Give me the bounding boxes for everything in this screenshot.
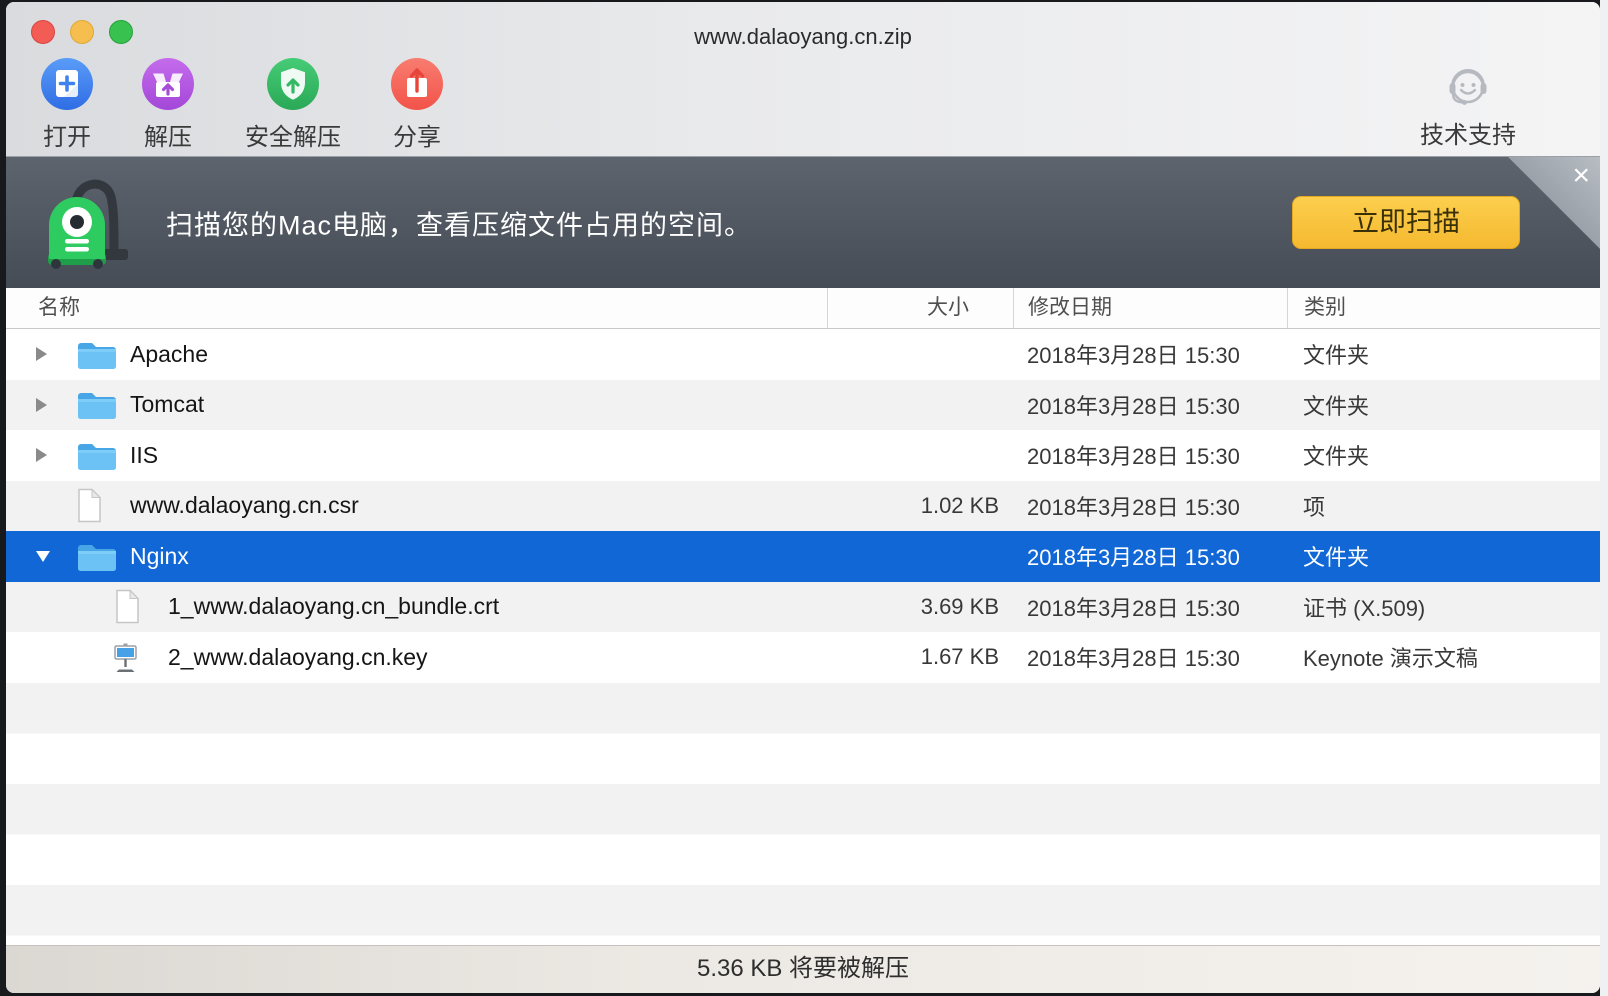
support-button[interactable]: 技术支持 [1420, 62, 1516, 150]
banner-close-icon[interactable]: × [1572, 161, 1590, 191]
file-type-icon-slot [114, 589, 156, 624]
file-kind: 项 [1287, 490, 1600, 522]
empty-rows-area [6, 683, 1600, 946]
table-row[interactable]: IIS 2018年3月28日 15:30 文件夹 [6, 430, 1600, 481]
table-row[interactable]: Nginx 2018年3月28日 15:30 文件夹 [6, 531, 1600, 582]
file-kind: 文件夹 [1287, 389, 1600, 421]
name-cell: 1_www.dalaoyang.cn_bundle.crt [6, 582, 827, 633]
support-headset-icon [1444, 62, 1492, 110]
file-type-icon-slot [76, 389, 118, 420]
column-header-date[interactable]: 修改日期 [1013, 288, 1287, 328]
share-button[interactable]: 分享 [391, 58, 443, 152]
disclosure-triangle-icon[interactable] [36, 347, 56, 361]
file-type-icon-slot [76, 488, 118, 523]
file-size: 1.02 KB [827, 493, 1013, 519]
file-type-icon-slot [76, 339, 118, 370]
table-row[interactable]: 1_www.dalaoyang.cn_bundle.crt 3.69 KB 20… [6, 582, 1600, 633]
column-header-kind[interactable]: 类别 [1287, 288, 1600, 328]
open-button[interactable]: 打开 [41, 58, 93, 152]
file-date: 2018年3月28日 15:30 [1013, 389, 1287, 421]
disclosure-triangle-icon[interactable] [36, 448, 56, 462]
desktop-edge [1600, 0, 1608, 996]
window-title: www.dalaoyang.cn.zip [6, 24, 1600, 50]
scan-promo-banner: 扫描您的Mac电脑，查看压缩文件占用的空间。 立即扫描 × [6, 157, 1600, 288]
file-name: Nginx [130, 543, 189, 570]
file-date: 2018年3月28日 15:30 [1013, 490, 1287, 522]
file-date: 2018年3月28日 15:30 [1013, 641, 1287, 673]
safe-extract-button[interactable]: 安全解压 [245, 58, 341, 152]
name-cell: www.dalaoyang.cn.csr [6, 481, 827, 532]
safe-extract-icon [267, 58, 319, 110]
file-kind: 文件夹 [1287, 439, 1600, 471]
table-row[interactable]: 2_www.dalaoyang.cn.key 1.67 KB 2018年3月28… [6, 632, 1600, 683]
file-name: 2_www.dalaoyang.cn.key [168, 644, 428, 671]
file-date: 2018年3月28日 15:30 [1013, 338, 1287, 370]
file-type-icon-slot [76, 541, 118, 572]
file-kind: 文件夹 [1287, 540, 1600, 572]
open-icon [41, 58, 93, 110]
table-row[interactable]: Apache 2018年3月28日 15:30 文件夹 [6, 329, 1600, 380]
extract-button[interactable]: 解压 [142, 58, 194, 152]
share-icon [391, 58, 443, 110]
safe-extract-label: 安全解压 [245, 117, 341, 152]
file-name: www.dalaoyang.cn.csr [130, 492, 359, 519]
file-name: 1_www.dalaoyang.cn_bundle.crt [168, 593, 499, 620]
column-header-size[interactable]: 大小 [827, 288, 1013, 328]
column-header-name[interactable]: 名称 [6, 288, 827, 328]
name-cell: IIS [6, 430, 827, 481]
file-kind: Keynote 演示文稿 [1287, 641, 1600, 673]
document-icon [76, 488, 103, 523]
disclosure-triangle-icon[interactable] [36, 551, 56, 562]
status-text: 5.36 KB 将要被解压 [697, 955, 909, 982]
support-label: 技术支持 [1420, 115, 1516, 150]
file-size: 3.69 KB [827, 594, 1013, 620]
folder-icon [76, 339, 118, 370]
file-name: Tomcat [130, 391, 204, 418]
folder-icon [76, 440, 118, 471]
open-label: 打开 [43, 117, 91, 152]
document-icon [114, 589, 141, 624]
vacuum-scanner-icon [36, 173, 132, 272]
name-cell: Nginx [6, 531, 827, 582]
folder-icon [76, 389, 118, 420]
table-row[interactable]: Tomcat 2018年3月28日 15:30 文件夹 [6, 380, 1600, 431]
banner-message: 扫描您的Mac电脑，查看压缩文件占用的空间。 [166, 203, 752, 242]
file-name: IIS [130, 442, 158, 469]
titlebar-toolbar: www.dalaoyang.cn.zip 打开 [6, 2, 1600, 157]
table-header: 名称 大小 修改日期 类别 [6, 288, 1600, 329]
file-table-body: Apache 2018年3月28日 15:30 文件夹 Tomcat 2018年… [6, 329, 1600, 683]
table-row[interactable]: www.dalaoyang.cn.csr 1.02 KB 2018年3月28日 … [6, 481, 1600, 532]
file-date: 2018年3月28日 15:30 [1013, 591, 1287, 623]
file-size: 1.67 KB [827, 644, 1013, 670]
name-cell: Tomcat [6, 380, 827, 431]
file-name: Apache [130, 341, 208, 368]
extract-label: 解压 [144, 117, 192, 152]
file-date: 2018年3月28日 15:30 [1013, 439, 1287, 471]
file-type-icon-slot [76, 440, 118, 471]
status-bar: 5.36 KB 将要被解压 [6, 945, 1600, 993]
folder-icon [76, 541, 118, 572]
file-kind: 文件夹 [1287, 338, 1600, 370]
keynote-icon [114, 643, 137, 672]
file-type-icon-slot [114, 643, 156, 672]
file-kind: 证书 (X.509) [1287, 591, 1600, 623]
disclosure-triangle-icon[interactable] [36, 398, 56, 412]
name-cell: Apache [6, 329, 827, 380]
name-cell: 2_www.dalaoyang.cn.key [6, 632, 827, 683]
app-window: www.dalaoyang.cn.zip 打开 [6, 2, 1600, 993]
file-date: 2018年3月28日 15:30 [1013, 540, 1287, 572]
share-label: 分享 [393, 117, 441, 152]
extract-icon [142, 58, 194, 110]
scan-now-button[interactable]: 立即扫描 [1292, 196, 1520, 249]
